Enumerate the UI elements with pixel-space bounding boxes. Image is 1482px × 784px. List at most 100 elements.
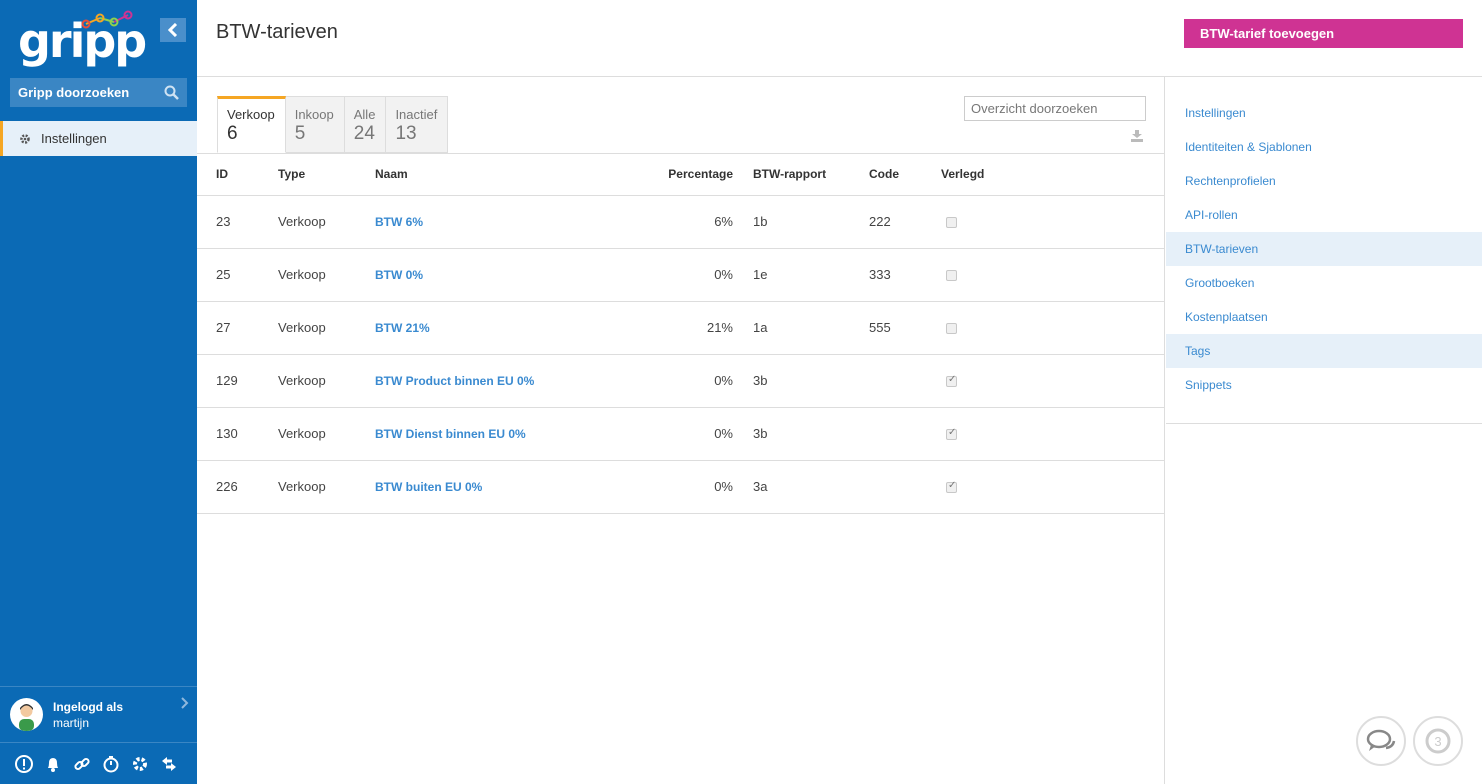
sidebar-item-label: Instellingen — [41, 131, 107, 146]
overview-search-input[interactable] — [964, 96, 1146, 121]
cell-code — [869, 407, 941, 461]
settings-item-tags[interactable]: Tags — [1166, 334, 1482, 368]
cell-id: 27 — [197, 301, 278, 355]
cell-id: 23 — [197, 195, 278, 249]
tab-label: Inkoop — [294, 107, 334, 122]
sidebar-item-instellingen[interactable]: Instellingen — [0, 121, 197, 156]
table-row[interactable]: 25 Verkoop BTW 0% 0% 1e 333 — [197, 248, 1165, 302]
verlegd-checkbox — [946, 427, 957, 441]
column-header-verlegd[interactable]: Verlegd — [941, 154, 1165, 196]
tab-alle[interactable]: Alle 24 — [344, 96, 387, 153]
page-header: BTW-tarieven BTW-tarief toevoegen — [197, 0, 1482, 77]
notifications-button[interactable]: 3 — [1413, 716, 1463, 766]
column-header-naam[interactable]: Naam — [375, 154, 605, 196]
cell-btw-rapport: 3b — [733, 407, 869, 461]
cell-percentage: 0% — [605, 460, 733, 514]
cell-btw-rapport: 3a — [733, 460, 869, 514]
cell-naam-link[interactable]: BTW Product binnen EU 0% — [375, 374, 534, 388]
username: martijn — [53, 715, 90, 730]
table-row[interactable]: 130 Verkoop BTW Dienst binnen EU 0% 0% 3… — [197, 407, 1165, 461]
chevron-right-icon[interactable] — [181, 697, 189, 709]
sidebar-search-label: Gripp doorzoeken — [18, 85, 130, 100]
table-row[interactable]: 23 Verkoop BTW 6% 6% 1b 222 — [197, 195, 1165, 249]
user-menu[interactable]: Ingelogd als martijn — [0, 686, 197, 742]
table-row[interactable]: 129 Verkoop BTW Product binnen EU 0% 0% … — [197, 354, 1165, 408]
sidebar: gripp Gripp doorzoeken Instellingen Inge… — [0, 0, 197, 784]
btw-table: ID Type Naam Percentage BTW-rapport Code… — [197, 154, 1165, 514]
bell-icon[interactable] — [43, 754, 63, 774]
filter-tabs: Verkoop 6 Inkoop 5 Alle 24 Inactief 13 — [217, 96, 449, 153]
cell-percentage: 0% — [605, 407, 733, 461]
tab-inkoop[interactable]: Inkoop 5 — [285, 96, 345, 153]
settings-item-kostenplaatsen[interactable]: Kostenplaatsen — [1166, 300, 1482, 334]
search-icon[interactable] — [164, 85, 179, 100]
cell-code: 222 — [869, 195, 941, 249]
cell-type: Verkoop — [278, 248, 375, 302]
cell-code: 555 — [869, 301, 941, 355]
timer-icon[interactable] — [101, 754, 121, 774]
cell-type: Verkoop — [278, 195, 375, 249]
column-header-id[interactable]: ID — [197, 154, 278, 196]
main-content: Verkoop 6 Inkoop 5 Alle 24 Inactief 13 I… — [197, 77, 1165, 784]
column-header-code[interactable]: Code — [869, 154, 941, 196]
table-row[interactable]: 226 Verkoop BTW buiten EU 0% 0% 3a — [197, 460, 1165, 514]
cell-btw-rapport: 1a — [733, 301, 869, 355]
tab-count: 13 — [395, 123, 417, 144]
cell-code — [869, 354, 941, 408]
tab-verkoop[interactable]: Verkoop 6 — [217, 96, 286, 153]
settings-item-snippets[interactable]: Snippets — [1166, 368, 1482, 402]
cell-code: 333 — [869, 248, 941, 302]
cell-id: 25 — [197, 248, 278, 302]
add-btw-tarief-button[interactable]: BTW-tarief toevoegen — [1184, 19, 1463, 48]
link-icon[interactable] — [72, 754, 92, 774]
table-row[interactable]: 27 Verkoop BTW 21% 21% 1a 555 — [197, 301, 1165, 355]
cell-percentage: 21% — [605, 301, 733, 355]
cell-id: 226 — [197, 460, 278, 514]
settings-item-instellingen[interactable]: Instellingen — [1166, 96, 1482, 130]
settings-icon[interactable] — [130, 754, 150, 774]
column-header-btw-rapport[interactable]: BTW-rapport — [733, 154, 869, 196]
sidebar-search[interactable]: Gripp doorzoeken — [10, 78, 187, 107]
cell-id: 129 — [197, 354, 278, 408]
bottom-toolbar — [0, 742, 197, 784]
settings-item-api-rollen[interactable]: API-rollen — [1166, 198, 1482, 232]
tab-count: 6 — [227, 123, 238, 144]
tab-label: Verkoop — [227, 107, 275, 122]
page-title: BTW-tarieven — [216, 21, 338, 43]
tab-count: 5 — [294, 123, 306, 144]
cell-naam-link[interactable]: BTW 6% — [375, 215, 423, 229]
cell-type: Verkoop — [278, 460, 375, 514]
settings-item-rechtenprofielen[interactable]: Rechtenprofielen — [1166, 164, 1482, 198]
cell-naam-link[interactable]: BTW 21% — [375, 321, 430, 335]
cell-code — [869, 460, 941, 514]
cell-naam-link[interactable]: BTW buiten EU 0% — [375, 480, 482, 494]
settings-menu: Instellingen Identiteiten & Sjablonen Re… — [1166, 77, 1482, 424]
download-icon[interactable] — [1131, 130, 1143, 142]
column-header-type[interactable]: Type — [278, 154, 375, 196]
cell-naam-link[interactable]: BTW Dienst binnen EU 0% — [375, 427, 526, 441]
column-header-percentage[interactable]: Percentage — [605, 154, 733, 196]
tab-count: 24 — [353, 123, 375, 144]
user-avatar-icon — [19, 704, 34, 731]
gripp-logo[interactable]: gripp — [18, 10, 147, 72]
chat-button[interactable] — [1356, 716, 1406, 766]
tab-inactief[interactable]: Inactief 13 — [386, 96, 449, 153]
settings-item-grootboeken[interactable]: Grootboeken — [1166, 266, 1482, 300]
cell-btw-rapport: 3b — [733, 354, 869, 408]
settings-item-identiteiten[interactable]: Identiteiten & Sjablonen — [1166, 130, 1482, 164]
alert-icon[interactable] — [14, 754, 34, 774]
cell-btw-rapport: 1b — [733, 195, 869, 249]
tab-label: Alle — [353, 107, 376, 122]
tab-label: Inactief — [395, 107, 438, 122]
cell-percentage: 0% — [605, 248, 733, 302]
verlegd-checkbox — [946, 217, 957, 229]
cell-percentage: 0% — [605, 354, 733, 408]
chat-icon — [1366, 729, 1396, 751]
verlegd-checkbox — [946, 270, 957, 282]
cell-id: 130 — [197, 407, 278, 461]
cell-naam-link[interactable]: BTW 0% — [375, 268, 423, 282]
switch-icon[interactable] — [159, 754, 179, 774]
collapse-sidebar-button[interactable] — [160, 18, 186, 42]
verlegd-checkbox — [946, 374, 957, 388]
settings-item-btw-tarieven[interactable]: BTW-tarieven — [1166, 232, 1482, 266]
